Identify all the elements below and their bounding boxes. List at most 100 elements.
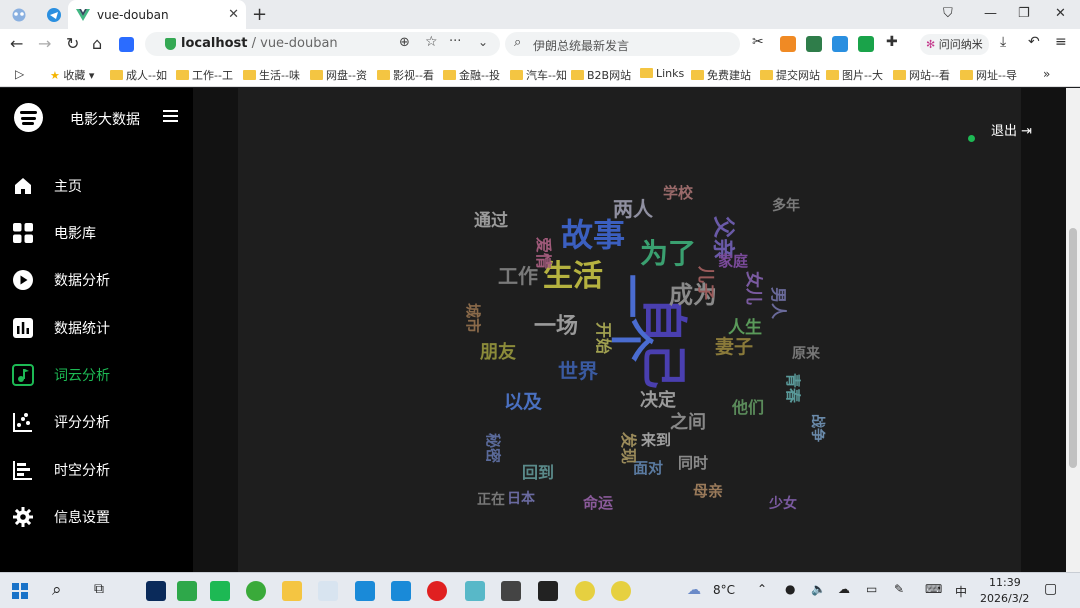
weather-icon[interactable]: ☁ [687,582,701,598]
wordcloud-word: 日本 [507,490,536,507]
logout-button[interactable]: 退出 ⇥ [991,120,1032,139]
search-box[interactable]: ⌕ 伊朗总统最新发言 [505,32,740,56]
bookmark-folder[interactable]: 网站--看 [893,67,950,83]
keyboard-icon[interactable]: ⌨ [925,582,942,596]
clock-date[interactable]: 2026/3/2 [980,592,1029,605]
bookmark-folder[interactable]: 图片--大 [826,67,883,83]
back-icon[interactable]: ← [10,34,23,53]
bookmark-folder[interactable]: B2B网站 [571,67,631,83]
pinned-tab-1[interactable] [6,0,32,29]
wordcloud-word: 开始 [594,322,613,354]
search-taskbar-icon[interactable]: ⌕ [52,580,62,600]
bookmark-folder[interactable]: 生活--味 [243,67,300,83]
bookmark-folder[interactable]: 免费建站 [691,67,751,83]
more-icon[interactable]: ··· [449,34,461,49]
sidebar-item-data-analysis[interactable]: 数据分析 [0,268,193,292]
home-nav-icon[interactable]: ⌂ [92,34,102,53]
reload-icon[interactable]: ↻ [66,34,79,53]
active-tab[interactable]: vue-douban ✕ [68,0,246,29]
bookmark-folder[interactable]: 网盘--资 [310,67,367,83]
weather-temp[interactable]: 8°C [713,583,735,597]
battery-icon[interactable]: ▭ [866,582,877,596]
paw-icon[interactable] [611,581,631,601]
shirt-icon[interactable]: ⛉ [943,6,953,21]
monitor-icon[interactable] [391,581,411,601]
ask-extension-button[interactable]: ✻ 问问纳米 [920,34,989,55]
sidebar-item-rating-analysis[interactable]: 评分分析 [0,410,193,434]
volume-icon[interactable]: 🔈 [811,582,826,596]
more-bookmarks-icon[interactable]: » [1043,67,1050,81]
editor-icon[interactable] [177,581,197,601]
bookmark-favorites[interactable]: ★ 收藏 ▾ [50,67,94,83]
sidebar-item-spacetime-analysis[interactable]: 时空分析 [0,458,193,482]
notes-icon[interactable] [465,581,485,601]
wordcloud-word: 少女 [768,495,797,512]
scissors-icon[interactable]: ✂ [752,34,764,50]
sidebar-item-wordcloud[interactable]: 词云分析 [0,363,193,387]
chevron-up-icon[interactable]: ⌃ [757,582,767,596]
star-icon[interactable]: ☆ [425,34,438,50]
ai-extension-icon[interactable] [119,37,134,52]
cloud-icon[interactable]: ☁ [838,582,850,596]
tray-app-icon[interactable]: ● [785,582,795,596]
bookmark-folder[interactable]: 金融--投 [443,67,500,83]
scroll-thumb[interactable] [1069,228,1077,468]
record-icon[interactable] [427,581,447,601]
clock-time[interactable]: 11:39 [989,576,1021,589]
grid-icon [13,223,33,243]
page-scrollbar[interactable] [1066,88,1080,572]
hamburger-icon[interactable] [163,110,178,125]
notification-icon[interactable]: ▢ [1044,581,1057,597]
minimize-button[interactable]: — [984,6,997,21]
recycle-icon[interactable] [318,581,338,601]
new-tab-button[interactable]: + [252,4,267,25]
bookmark-folder[interactable]: 提交网站 [760,67,820,83]
bookmark-folder[interactable]: 网址--导 [960,67,1017,83]
bookmark-folder[interactable]: Links [640,67,684,80]
restore-button[interactable]: ❐ [1018,6,1030,21]
terminal-icon[interactable] [501,581,521,601]
app-title: 电影大数据 [70,112,140,128]
sidebar-item-data-stats[interactable]: 数据统计 [0,316,193,340]
sidebar-item-label: 评分分析 [54,415,110,431]
undo-icon[interactable]: ↶ [1028,34,1040,50]
close-window-button[interactable]: ✕ [1055,6,1066,21]
location-icon[interactable]: ⊕ [399,35,410,50]
menu-icon[interactable]: ≡ [1055,34,1067,50]
bookmark-label: 图片--大 [842,69,883,82]
sidebar-item-settings[interactable]: 信息设置 [0,505,193,529]
address-bar[interactable]: localhost / vue-douban ⊕ ☆ ··· ⌄ [145,32,500,56]
pen-icon[interactable]: ✎ [894,582,904,596]
forward-icon[interactable]: → [38,34,51,53]
paw-icon[interactable] [575,581,595,601]
bookmark-folder[interactable]: 成人--如 [110,67,167,83]
task-view-icon[interactable]: ⧉ [94,581,104,597]
fox-extension-icon[interactable] [780,36,796,52]
translate-extension-icon[interactable] [832,36,848,52]
sidebar-item-label: 电影库 [54,226,96,242]
pinned-tab-2[interactable] [42,0,66,29]
sidebar-toggle-icon[interactable]: ▷ [15,67,24,81]
bookmark-label: 生活--味 [259,69,300,82]
windows-start-icon[interactable] [12,583,28,599]
browser-taskbar-icon[interactable] [246,581,266,601]
sidebar-item-home[interactable]: 主页 [0,174,193,198]
search-input[interactable]: 伊朗总统最新发言 [533,37,629,54]
chevron-down-icon[interactable]: ⌄ [478,35,488,49]
wechat-extension-icon[interactable] [858,36,874,52]
bookmark-folder[interactable]: 工作--工 [176,67,233,83]
puzzle-icon[interactable]: ✚ [886,34,898,50]
console-icon[interactable] [538,581,558,601]
tab-close-icon[interactable]: ✕ [228,7,239,22]
sidebar-item-movies[interactable]: 电影库 [0,221,193,245]
excel-icon[interactable] [210,581,230,601]
download-extension-icon[interactable] [806,36,822,52]
ime-indicator[interactable]: 中 [955,583,967,600]
file-explorer-icon[interactable] [282,581,302,601]
wordcloud-word: 来到 [640,431,671,449]
bookmark-folder[interactable]: 汽车--知 [510,67,567,83]
bookmark-folder[interactable]: 影视--看 [377,67,434,83]
mail-icon[interactable] [355,581,375,601]
downloads-icon[interactable]: ⤓ [1000,34,1006,50]
photoshop-icon[interactable] [146,581,166,601]
